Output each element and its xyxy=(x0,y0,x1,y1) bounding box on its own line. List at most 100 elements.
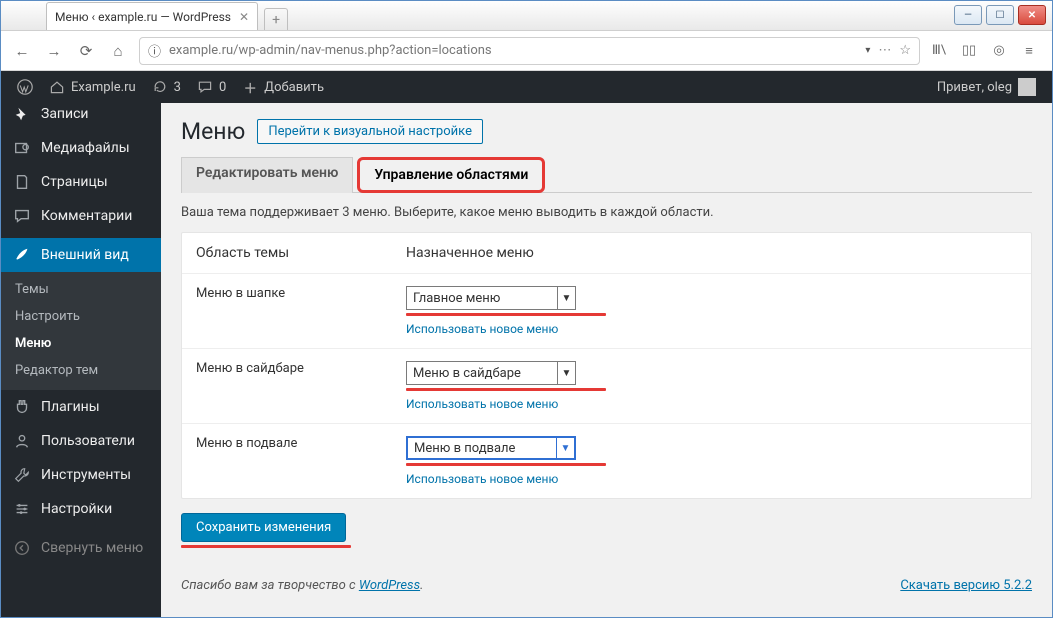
forward-button[interactable]: → xyxy=(43,40,65,62)
wp-body: Записи Медиафайлы Страницы Комментарии xyxy=(1,103,1052,617)
page-heading: Меню Перейти к визуальной настройке xyxy=(181,103,1032,157)
download-version-link[interactable]: Скачать версию 5.2.2 xyxy=(900,578,1032,593)
page-title: Меню xyxy=(181,118,245,145)
highlight-underline xyxy=(406,388,606,391)
star-icon[interactable]: ☆ xyxy=(899,43,911,58)
tab-manage-locations[interactable]: Управление областями xyxy=(357,157,545,193)
selected-menu-label: Главное меню xyxy=(413,291,500,306)
location-area-label: Меню в шапке xyxy=(182,274,392,349)
admin-sidebar: Записи Медиафайлы Страницы Комментарии xyxy=(1,103,161,617)
browser-window: Меню ‹ example.ru — WordPress ✕ + — ☐ ✕ … xyxy=(0,0,1053,618)
minimize-button[interactable]: — xyxy=(954,5,982,25)
selected-menu-label: Меню в сайдбаре xyxy=(413,366,521,381)
sidebar-item-settings[interactable]: Настройки xyxy=(1,492,161,526)
back-button[interactable]: ← xyxy=(11,40,33,62)
submenu-item-customize[interactable]: Настроить xyxy=(1,303,161,330)
sidebar-item-label: Записи xyxy=(41,106,89,122)
updates-count: 3 xyxy=(174,80,181,95)
sidebar-item-label: Настройки xyxy=(41,501,112,517)
browser-tab[interactable]: Меню ‹ example.ru — WordPress ✕ xyxy=(46,2,258,30)
sidebar-item-label: Внешний вид xyxy=(41,247,129,263)
sidebar-item-label: Комментарии xyxy=(41,208,132,224)
sidebar-item-posts[interactable]: Записи xyxy=(1,103,161,131)
sidebar-item-label: Свернуть меню xyxy=(41,540,143,556)
location-row: Меню в подвале Меню в подвале ▼ Использо xyxy=(182,424,1031,499)
sidebar-item-tools[interactable]: Инструменты xyxy=(1,458,161,492)
wordpress-link[interactable]: WordPress xyxy=(359,578,420,593)
nav-tabs: Редактировать меню Управление областями xyxy=(181,157,1032,193)
selected-menu-label: Меню в подвале xyxy=(414,441,515,456)
use-new-menu-link[interactable]: Использовать новое меню xyxy=(406,472,1017,486)
chevron-down-icon: ▼ xyxy=(557,362,575,384)
brush-icon xyxy=(13,246,31,264)
avatar xyxy=(1018,78,1036,96)
browser-titlebar: Меню ‹ example.ru — WordPress ✕ + — ☐ ✕ xyxy=(1,1,1052,31)
sidebar-item-media[interactable]: Медиафайлы xyxy=(1,131,161,165)
visual-settings-button[interactable]: Перейти к визуальной настройке xyxy=(257,119,483,144)
menu-select-footer[interactable]: Меню в подвале ▼ xyxy=(406,436,576,460)
tab-edit-menus[interactable]: Редактировать меню xyxy=(181,157,353,193)
footer-thanks-suffix: . xyxy=(420,578,423,593)
menu-icon[interactable]: ≡ xyxy=(1020,42,1038,60)
menu-select-sidebar[interactable]: Меню в сайдбаре ▼ xyxy=(406,361,576,385)
plugin-icon xyxy=(13,398,31,416)
sidebar-item-collapse[interactable]: Свернуть меню xyxy=(1,531,161,565)
home-button[interactable]: ⌂ xyxy=(107,40,129,62)
highlight-underline xyxy=(406,463,606,466)
site-name-label: Example.ru xyxy=(71,80,136,95)
sidebar-item-label: Пользователи xyxy=(41,433,135,449)
sidebar-item-plugins[interactable]: Плагины xyxy=(1,390,161,424)
url-dropdown-icon[interactable]: ▾ xyxy=(865,45,870,56)
use-new-menu-link[interactable]: Использовать новое меню xyxy=(406,322,1017,336)
url-field[interactable]: ⓘ example.ru/wp-admin/nav-menus.php?acti… xyxy=(139,37,920,65)
comments-link[interactable]: 0 xyxy=(189,71,234,103)
sidebar-icon[interactable]: ▯▯ xyxy=(960,42,978,60)
account-link[interactable]: Привет, oleg xyxy=(929,71,1044,103)
use-new-menu-link[interactable]: Использовать новое меню xyxy=(406,397,1017,411)
url-text: example.ru/wp-admin/nav-menus.php?action… xyxy=(169,43,857,58)
reload-button[interactable]: ⟳ xyxy=(75,40,97,62)
highlight-underline xyxy=(181,545,351,548)
new-label: Добавить xyxy=(264,80,324,95)
close-window-button[interactable]: ✕ xyxy=(1018,5,1046,25)
new-link[interactable]: ＋ Добавить xyxy=(234,71,332,103)
highlight-underline xyxy=(406,313,606,316)
account-icon[interactable]: ◎ xyxy=(990,42,1008,60)
sidebar-item-label: Плагины xyxy=(41,399,100,415)
submenu-item-themes[interactable]: Темы xyxy=(1,276,161,303)
submenu-item-menus[interactable]: Меню xyxy=(1,330,161,357)
maximize-button[interactable]: ☐ xyxy=(986,5,1014,25)
appearance-submenu: Темы Настроить Меню Редактор тем xyxy=(1,272,161,390)
user-icon xyxy=(13,432,31,450)
tools-icon xyxy=(13,466,31,484)
wp-logo[interactable] xyxy=(9,71,41,103)
sidebar-item-users[interactable]: Пользователи xyxy=(1,424,161,458)
sidebar-item-comments[interactable]: Комментарии xyxy=(1,199,161,233)
wp-adminbar: Example.ru 3 0 ＋ Добавить Привет, oleg xyxy=(1,71,1052,103)
menu-select-header[interactable]: Главное меню ▼ xyxy=(406,286,576,310)
locations-table: Область темы Назначенное меню Меню в шап… xyxy=(181,232,1032,499)
site-info-icon[interactable]: ⓘ xyxy=(148,41,161,60)
submenu-item-editor[interactable]: Редактор тем xyxy=(1,357,161,384)
refresh-icon xyxy=(152,79,168,95)
comment-icon xyxy=(13,207,31,225)
save-button[interactable]: Сохранить изменения xyxy=(181,513,346,542)
updates-link[interactable]: 3 xyxy=(144,71,189,103)
site-name-link[interactable]: Example.ru xyxy=(41,71,144,103)
window-controls: — ☐ ✕ xyxy=(954,5,1046,25)
sidebar-item-appearance[interactable]: Внешний вид xyxy=(1,238,161,272)
close-tab-icon[interactable]: ✕ xyxy=(239,10,249,24)
library-icon[interactable]: Ⅲ\ xyxy=(930,42,948,60)
collapse-icon xyxy=(13,539,31,557)
greeting-label: Привет, oleg xyxy=(937,80,1012,95)
comments-count: 0 xyxy=(219,80,226,95)
sidebar-item-label: Медиафайлы xyxy=(41,140,130,156)
browser-tab-title: Меню ‹ example.ru — WordPress xyxy=(55,10,231,24)
page-description: Ваша тема поддерживает 3 меню. Выберите,… xyxy=(181,193,1032,232)
sidebar-item-label: Инструменты xyxy=(41,467,131,483)
plus-icon: ＋ xyxy=(242,79,258,95)
sidebar-item-pages[interactable]: Страницы xyxy=(1,165,161,199)
location-area-label: Меню в подвале xyxy=(182,424,392,499)
footer-thanks-prefix: Спасибо вам за творчество с xyxy=(181,578,359,593)
new-tab-button[interactable]: + xyxy=(264,8,288,30)
